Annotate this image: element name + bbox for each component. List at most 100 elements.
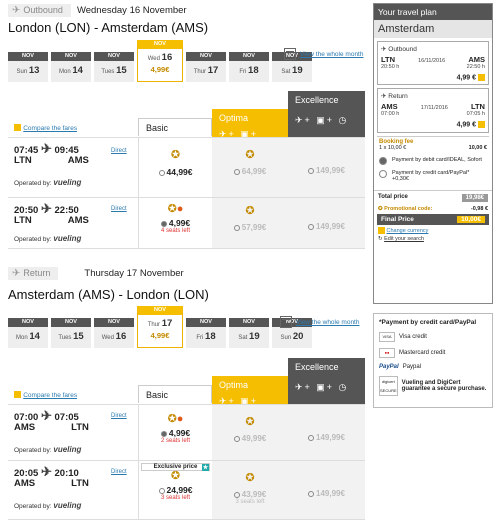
outbound-day-14[interactable]: NOV Mon 14	[51, 52, 91, 82]
digicert-icon: digicert SECURE	[379, 376, 398, 396]
refresh-icon: ↻	[378, 235, 383, 242]
plane-icon: ✈	[381, 46, 387, 53]
fare-radio[interactable]	[160, 430, 167, 437]
star-icon: ✪	[245, 472, 255, 484]
compare-icon	[14, 124, 21, 132]
travel-plan-title: Your travel plan	[374, 4, 492, 20]
outbound-day-13[interactable]: NOV Sun 13	[8, 52, 48, 82]
outbound-tab: ✈ Outbound	[8, 3, 71, 17]
outbound-day-17[interactable]: NOV Thur 17	[186, 52, 226, 82]
bookmark-icon: ★	[202, 464, 209, 471]
return-calendar[interactable]: View the whole month	[280, 316, 359, 328]
return-day-19[interactable]: NOV Sat 19	[229, 318, 269, 348]
day-label: Fri 18	[239, 65, 259, 76]
outbound-compare-link[interactable]: Compare the fares	[23, 125, 77, 132]
return-optima-header: Optima ✈+ ▣+	[212, 376, 288, 406]
day-label: Sun 20	[280, 331, 304, 342]
day-month: NOV	[22, 53, 34, 59]
day-label: Mon 14	[16, 331, 40, 342]
excellence-fare-cell[interactable]: 149,99€	[288, 405, 365, 460]
plane-icon: ✈	[40, 201, 52, 216]
star-icon: ✪●	[167, 413, 184, 425]
outbound-basic-header: Basic	[138, 118, 212, 136]
vueling-logo: vueling	[53, 501, 82, 510]
star-icon: ✪	[170, 149, 181, 161]
excellence-fare-cell[interactable]: 149,99€	[288, 138, 365, 197]
outbound-day-18[interactable]: NOV Fri 18	[229, 52, 269, 82]
optima-fare-cell[interactable]: ✪ 49,99€	[212, 405, 288, 460]
return-day-17[interactable]: NOV Thur 17 4,99€	[137, 306, 183, 348]
star-icon: ✪	[170, 470, 181, 482]
outbound-header: ✈ Outbound Wednesday 16 November London (…	[8, 3, 208, 35]
direct-link[interactable]: Direct	[111, 148, 127, 154]
payment-info-panel: *Payment by credit card/PayPal VISA Visa …	[373, 313, 493, 408]
return-date: Thursday 17 November	[84, 267, 184, 279]
day-label: Fri 18	[196, 331, 216, 342]
return-header: ✈ Return Thursday 17 November Amsterdam (…	[8, 266, 209, 302]
basic-fare-cell[interactable]: ✪● 4,99€ 4 seats left	[138, 198, 212, 248]
plane-icon: ✈	[40, 464, 52, 479]
excellence-fare-cell[interactable]: 149,99€	[288, 198, 365, 248]
basic-fare-cell[interactable]: Exclusive price ★ ✪ 24,99€ 3 seats left	[138, 461, 212, 519]
return-day-16[interactable]: NOV Wed 16	[94, 318, 134, 348]
pay-credit-radio[interactable]	[379, 169, 387, 178]
plane-icon: ✈	[12, 267, 21, 279]
outbound-day-16[interactable]: NOV Wed 16 4,99€	[137, 40, 183, 82]
return-day-14[interactable]: NOV Mon 14	[8, 318, 48, 348]
day-label: Sun 13	[16, 65, 40, 76]
day-month: NOV	[200, 319, 212, 325]
return-compare-link[interactable]: Compare the fares	[23, 392, 77, 399]
visa-icon: VISA	[379, 332, 395, 342]
day-label: Mon 14	[59, 65, 83, 76]
outbound-view-month-link[interactable]: View the whole month	[300, 51, 363, 58]
vueling-logo: vueling	[53, 445, 82, 454]
fare-radio[interactable]	[158, 487, 165, 494]
day-label: Thur 17	[193, 65, 219, 76]
day-price: 4,99€	[150, 65, 170, 74]
basic-fare-cell[interactable]: ✪ 44,99€	[138, 138, 212, 197]
return-excellence-header: Excellence ✈+ ▣+ ◷	[288, 358, 365, 404]
calendar-icon	[284, 48, 296, 60]
excellence-features-icon: ✈+ ▣+ ◷	[295, 382, 349, 392]
return-compare[interactable]: Compare the fares	[14, 390, 77, 399]
star-icon: ✪	[378, 205, 383, 212]
outbound-calendar[interactable]: View the whole month	[284, 48, 363, 60]
return-flight-row: 20:05 ✈ 20:10 AMS LTN Direct Operated by:…	[8, 460, 365, 520]
pay-debit-radio[interactable]	[379, 156, 387, 165]
plane-icon: ✈	[40, 408, 52, 423]
star-icon: ✪	[245, 205, 255, 217]
day-month: NOV	[65, 53, 77, 59]
day-month: NOV	[108, 319, 120, 325]
change-currency-link[interactable]: Change currency	[387, 228, 429, 234]
optima-fare-cell[interactable]: ✪ 57,99€	[212, 198, 288, 248]
return-day-15[interactable]: NOV Tues 15	[51, 318, 91, 348]
basic-fare-cell[interactable]: ✪● 4,99€ 2 seats left	[138, 405, 212, 460]
plane-icon: ✈	[381, 93, 387, 101]
day-month: NOV	[200, 53, 212, 59]
star-icon: ✪●	[167, 203, 184, 215]
return-day-18[interactable]: NOV Fri 18	[186, 318, 226, 348]
outbound-compare[interactable]: Compare the fares	[14, 123, 77, 132]
outbound-route: London (LON) - Amsterdam (AMS)	[8, 20, 209, 35]
fare-radio[interactable]	[158, 169, 165, 176]
day-label: Sat 19	[238, 331, 260, 342]
day-month: NOV	[154, 307, 166, 313]
direct-link[interactable]: Direct	[111, 413, 127, 419]
day-label: Wed 16	[147, 52, 173, 63]
pay-credit-option[interactable]: Payment by credit card/PayPal* +0,30€	[379, 169, 487, 182]
excellence-fare-cell[interactable]: 149,99€	[288, 461, 365, 519]
day-month: NOV	[243, 319, 255, 325]
outbound-date: Wednesday 16 November	[76, 4, 187, 16]
outbound-day-15[interactable]: NOV Tues 15	[94, 52, 134, 82]
optima-fare-cell[interactable]: ✪ 64,99€	[212, 138, 288, 197]
direct-link[interactable]: Direct	[111, 469, 127, 475]
optima-fare-cell[interactable]: ✪ 43,99€ 3 seats left	[212, 461, 288, 519]
direct-link[interactable]: Direct	[111, 206, 127, 212]
fare-radio[interactable]	[160, 220, 167, 227]
pay-debit-option[interactable]: Payment by debit card/IDEAL, Sofort	[379, 156, 487, 165]
mastercard-icon: ●●	[379, 348, 395, 358]
edit-search-link[interactable]: Edit your search	[384, 236, 424, 242]
vueling-logo: vueling	[53, 178, 82, 187]
return-view-month-link[interactable]: View the whole month	[296, 319, 359, 326]
exclusive-price-badge: Exclusive price ★	[141, 463, 210, 471]
